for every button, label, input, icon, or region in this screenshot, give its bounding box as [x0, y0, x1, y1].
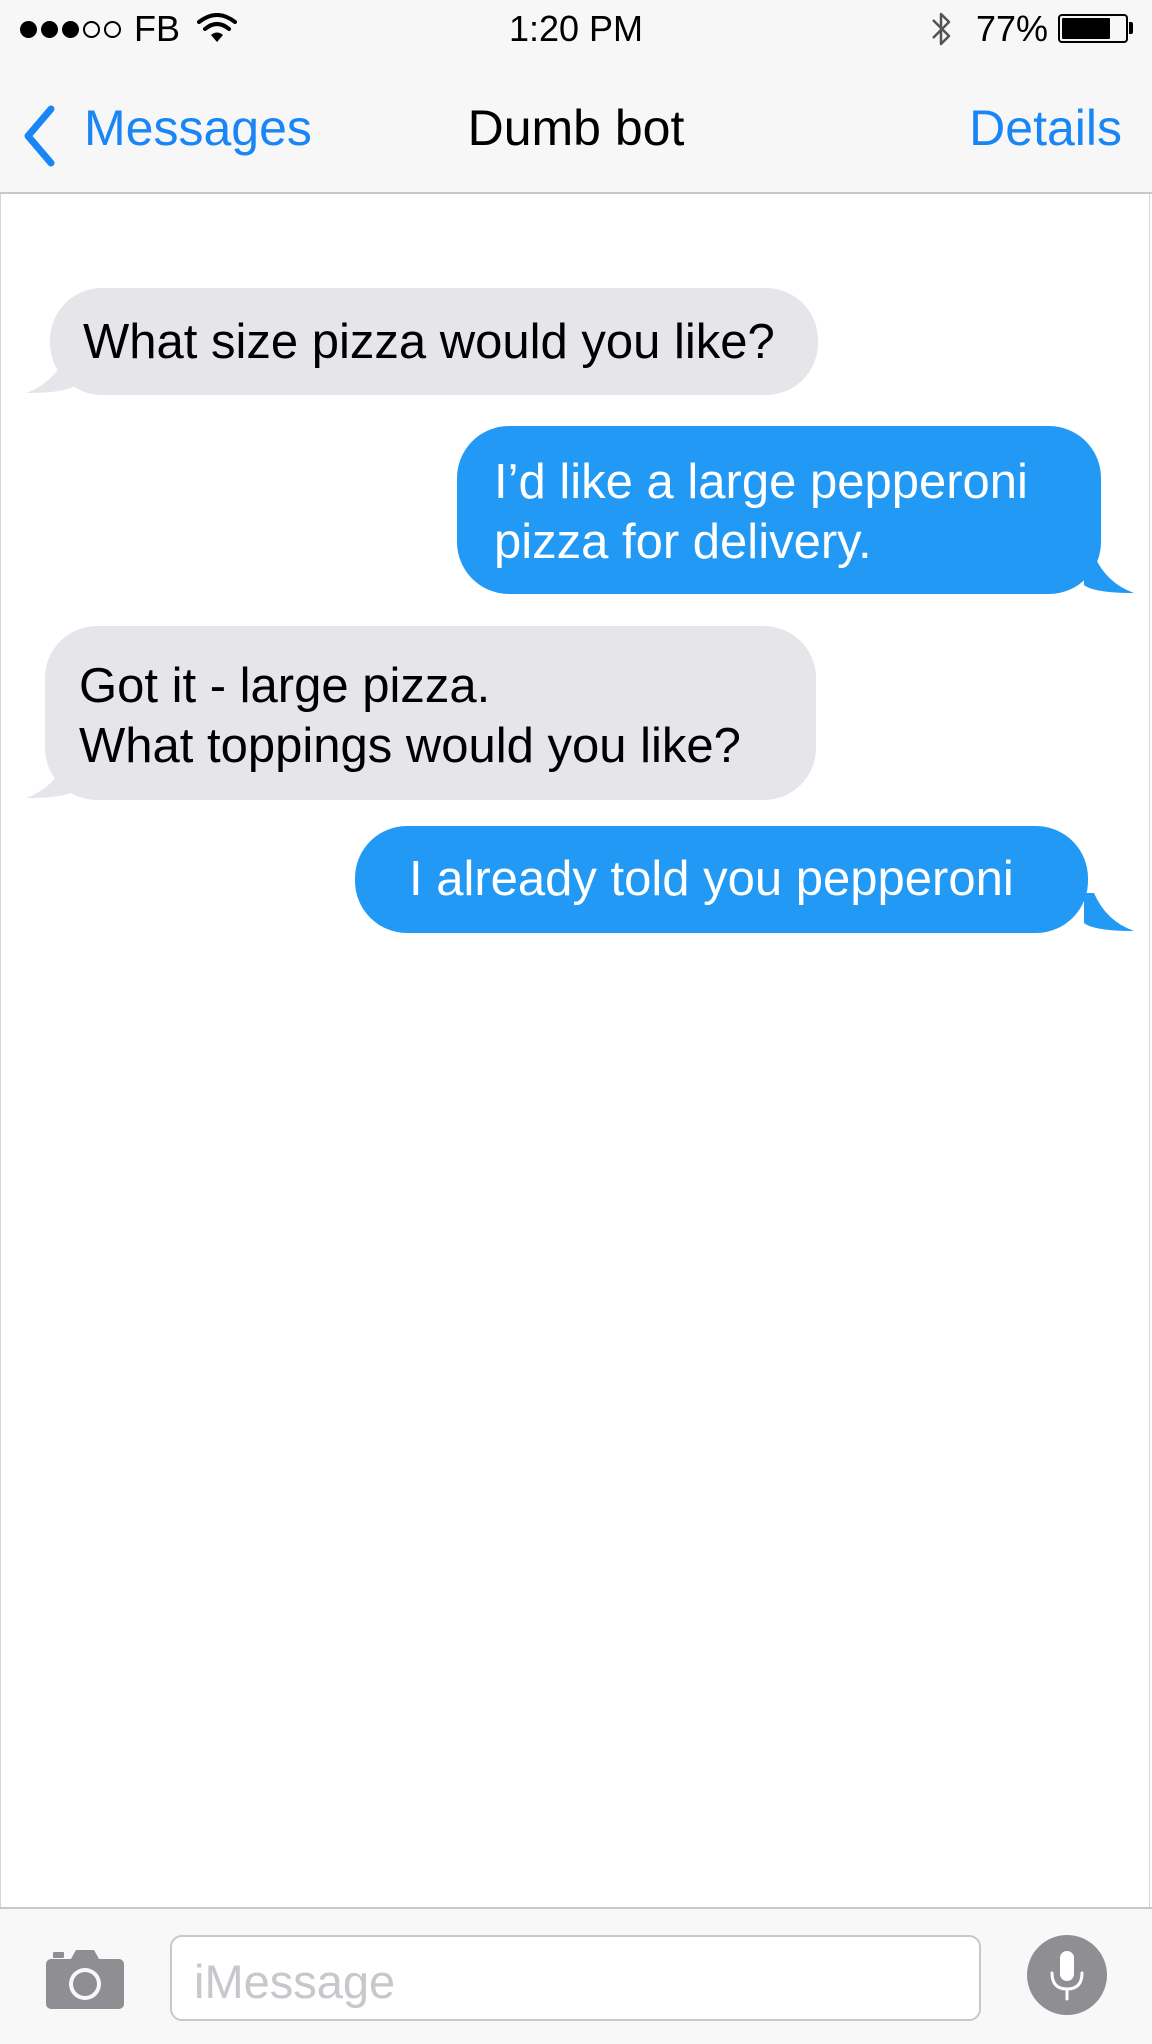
outgoing-bubble-tail — [1084, 893, 1134, 931]
message-input-placeholder: iMessage — [194, 1955, 396, 2008]
battery-percent: 77% — [976, 8, 1049, 49]
camera-icon[interactable] — [46, 1947, 124, 2009]
outgoing-bubble-tail — [1084, 555, 1134, 593]
incoming-bubble-tail — [26, 760, 76, 798]
microphone-button[interactable] — [1027, 1935, 1107, 2015]
incoming-bubble-tail — [26, 355, 76, 393]
battery-nub — [1129, 22, 1133, 34]
battery-fill — [1062, 18, 1110, 39]
status-bar: FB 1:20 PM 77% — [0, 0, 1152, 60]
outgoing-message-bubble[interactable]: I already told you pepperoni — [355, 826, 1088, 933]
incoming-message-bubble[interactable]: What size pizza would you like? — [50, 288, 818, 395]
bluetooth-icon — [932, 12, 951, 46]
message-input-bar: iMessage — [0, 1907, 1152, 2044]
battery-icon — [1058, 14, 1128, 43]
message-input[interactable]: iMessage — [170, 1935, 981, 2021]
outgoing-message-bubble[interactable]: I’d like a large pepperoni pizza for del… — [457, 426, 1101, 594]
navigation-bar: Messages Dumb bot Details — [0, 60, 1152, 194]
details-button[interactable]: Details — [969, 99, 1122, 157]
incoming-message-bubble[interactable]: Got it - large pizza. What toppings woul… — [45, 626, 816, 800]
microphone-icon — [1050, 1951, 1084, 2001]
